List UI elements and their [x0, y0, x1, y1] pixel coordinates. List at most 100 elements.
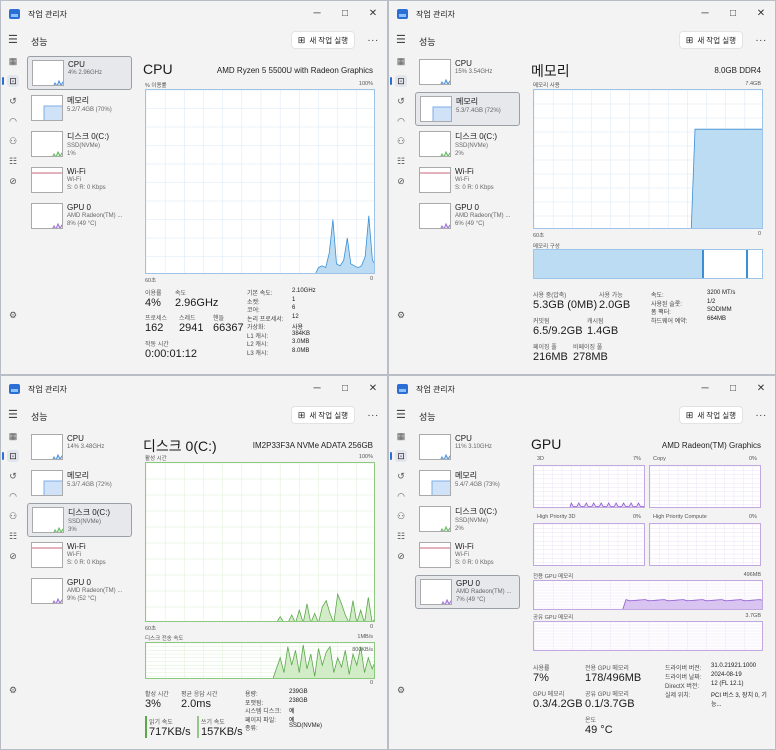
settings-icon[interactable]: ⚙ [7, 309, 19, 321]
details-icon[interactable]: ☷ [395, 155, 407, 167]
services-icon[interactable]: ⊘ [7, 550, 19, 562]
startup-icon[interactable]: ◠ [395, 490, 407, 502]
users-icon[interactable]: ⚇ [7, 510, 19, 522]
stat-value: 0.1/3.7GB [585, 698, 635, 710]
details-icon[interactable]: ☷ [395, 530, 407, 542]
resource-item[interactable]: 메모리 5.4/7.4GB (73%) [415, 467, 520, 501]
run-new-task-button[interactable]: ⊞ 새 작업 실행 [290, 406, 355, 424]
hamburger-menu-icon[interactable]: ☰ [396, 408, 406, 421]
resource-item[interactable]: GPU 0 AMD Radeon(TM) ... 8% (49 °C) [27, 200, 132, 234]
minimize-button[interactable]: ─ [691, 1, 719, 27]
resource-item[interactable]: Wi-Fi Wi-Fi S: 0 R: 0 Kbps [27, 539, 132, 573]
hamburger-menu-icon[interactable]: ☰ [396, 33, 406, 46]
performance-detail-panel: GPU AMD Radeon(TM) Graphics 3D 7% Copy 0% High… [531, 431, 767, 749]
performance-icon[interactable]: ⊡ [390, 450, 407, 462]
hamburger-menu-icon[interactable]: ☰ [8, 33, 18, 46]
hamburger-menu-icon[interactable]: ☰ [8, 408, 18, 421]
minimize-button[interactable]: ─ [691, 376, 719, 402]
resource-name: 메모리 [456, 97, 479, 106]
window-controls: ─ □ ✕ [691, 1, 775, 27]
maximize-button[interactable]: □ [719, 376, 747, 402]
resource-item[interactable]: GPU 0 AMD Radeon(TM) ... 6% (49 °C) [415, 200, 520, 234]
resource-item[interactable]: 메모리 5.3/7.4GB (72%) [27, 467, 132, 501]
performance-icon[interactable]: ⊡ [2, 75, 19, 87]
performance-icon[interactable]: ⊡ [2, 450, 19, 462]
resource-item[interactable]: GPU 0 AMD Radeon(TM) ... 7% (49 °C) [415, 575, 520, 609]
resource-item[interactable]: 디스크 0(C:) SSD(NVMe) 2% [415, 503, 520, 537]
close-button[interactable]: ✕ [747, 1, 775, 27]
stat-value: 2941 [179, 322, 204, 334]
details-icon[interactable]: ☷ [7, 530, 19, 542]
resource-item[interactable]: Wi-Fi Wi-Fi S: 0 R: 0 Kbps [27, 164, 132, 198]
resource-heading: GPU [531, 436, 562, 452]
processes-icon[interactable]: ▦ [7, 430, 19, 442]
resource-item[interactable]: 디스크 0(C:) SSD(NVMe) 1% [27, 128, 132, 162]
close-button[interactable]: ✕ [359, 1, 387, 27]
startup-icon[interactable]: ◠ [395, 115, 407, 127]
resource-item[interactable]: CPU 4% 2.96GHz [27, 56, 132, 90]
resource-item[interactable]: 메모리 5.2/7.4GB (70%) [27, 92, 132, 126]
more-options-button[interactable]: ... [368, 33, 379, 44]
services-icon[interactable]: ⊘ [395, 550, 407, 562]
memory-segment [534, 250, 702, 278]
thumbnail-graph [440, 525, 450, 531]
resource-item[interactable]: 디스크 0(C:) SSD(NVMe) 3% [27, 503, 132, 537]
resource-name: Wi-Fi [455, 167, 474, 176]
details-icon[interactable]: ☷ [7, 155, 19, 167]
stat-value: 0.3/4.2GB [533, 698, 583, 710]
maximize-button[interactable]: □ [331, 376, 359, 402]
resource-detail-secondary: 2% [455, 151, 464, 157]
stat-value: 6.5/9.2GB [533, 325, 583, 337]
minimize-button[interactable]: ─ [303, 376, 331, 402]
services-icon[interactable]: ⊘ [395, 175, 407, 187]
performance-icon[interactable]: ⊡ [390, 75, 407, 87]
resource-thumbnail [31, 131, 63, 157]
resource-item[interactable]: GPU 0 AMD Radeon(TM) ... 9% (52 °C) [27, 575, 132, 609]
app-history-icon[interactable]: ↺ [395, 95, 407, 107]
startup-icon[interactable]: ◠ [7, 115, 19, 127]
property-value: 8.0MB [292, 347, 310, 354]
run-new-task-button[interactable]: ⊞ 새 작업 실행 [678, 406, 743, 424]
property-value: 1 [292, 296, 296, 303]
maximize-button[interactable]: □ [331, 1, 359, 27]
resource-item[interactable]: CPU 15% 3.54GHz [415, 56, 520, 90]
close-button[interactable]: ✕ [359, 376, 387, 402]
resource-item[interactable]: Wi-Fi Wi-Fi S: 0 R: 0 Kbps [415, 539, 520, 573]
resource-item[interactable]: 메모리 5.3/7.4GB (72%) [415, 92, 520, 126]
processes-icon[interactable]: ▦ [395, 55, 407, 67]
startup-icon[interactable]: ◠ [7, 490, 19, 502]
settings-icon[interactable]: ⚙ [395, 309, 407, 321]
processes-icon[interactable]: ▦ [395, 430, 407, 442]
users-icon[interactable]: ⚇ [7, 135, 19, 147]
resource-item[interactable]: Wi-Fi Wi-Fi S: 0 R: 0 Kbps [415, 164, 520, 198]
minimize-button[interactable]: ─ [303, 1, 331, 27]
processes-icon[interactable]: ▦ [7, 55, 19, 67]
maximize-button[interactable]: □ [719, 1, 747, 27]
resource-item[interactable]: CPU 11% 3.10GHz [415, 431, 520, 465]
run-new-task-button[interactable]: ⊞ 새 작업 실행 [290, 31, 355, 49]
more-options-button[interactable]: ... [756, 408, 767, 419]
settings-icon[interactable]: ⚙ [395, 684, 407, 696]
title-bar: 작업 관리자 ─ □ ✕ [1, 376, 387, 402]
resource-item[interactable]: CPU 14% 3.48GHz [27, 431, 132, 465]
close-button[interactable]: ✕ [747, 376, 775, 402]
thumbnail-graph [441, 598, 451, 604]
users-icon[interactable]: ⚇ [395, 510, 407, 522]
app-history-icon[interactable]: ↺ [7, 95, 19, 107]
run-new-task-button[interactable]: ⊞ 새 작업 실행 [678, 31, 743, 49]
app-history-icon[interactable]: ↺ [7, 470, 19, 482]
app-history-icon[interactable]: ↺ [395, 470, 407, 482]
services-icon[interactable]: ⊘ [7, 175, 19, 187]
more-options-button[interactable]: ... [368, 408, 379, 419]
resource-detail: AMD Radeon(TM) ... [67, 588, 123, 594]
navigation-rail: ▦ ⊡ ↺ ◠ ⚇ ☷ ⊘ ⚙ [389, 51, 413, 374]
stat-value: 2.96GHz [175, 297, 219, 309]
resource-item[interactable]: 디스크 0(C:) SSD(NVMe) 2% [415, 128, 520, 162]
settings-icon[interactable]: ⚙ [7, 684, 19, 696]
resource-list: CPU 11% 3.10GHz 메모리 5.4/7.4GB (73%) 디스크 0(C:… [415, 431, 520, 611]
toolbar: ☰ 성능 ⊞ 새 작업 실행... [389, 29, 775, 51]
users-icon[interactable]: ⚇ [395, 135, 407, 147]
more-options-button[interactable]: ... [756, 33, 767, 44]
property-value: 384KB [292, 330, 311, 337]
resource-list: CPU 4% 2.96GHz 메모리 5.2/7.4GB (70%) 디스크 0(C:)… [27, 56, 132, 236]
